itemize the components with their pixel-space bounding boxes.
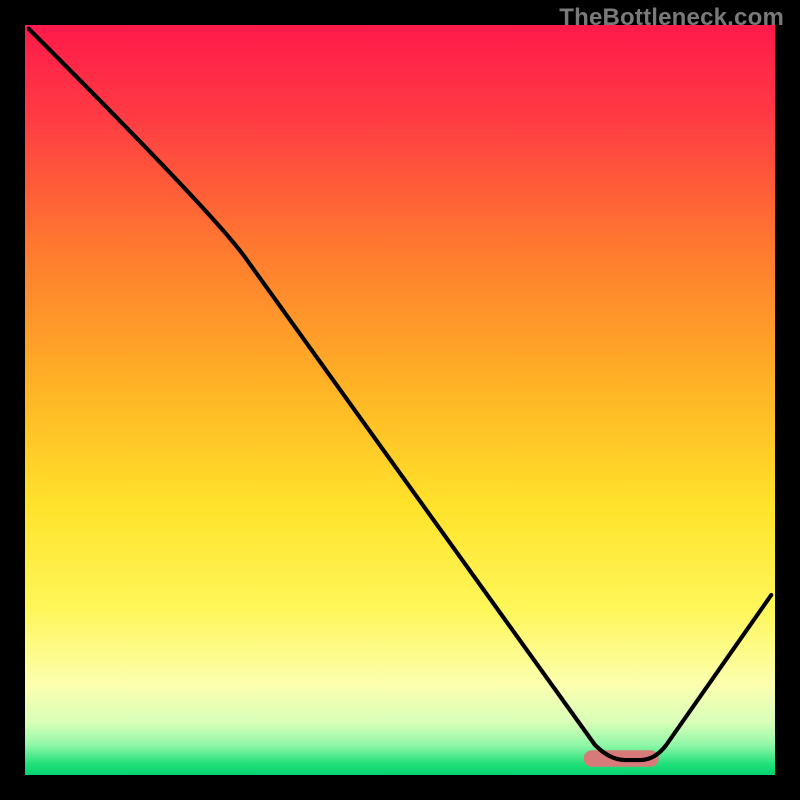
curve-line: [25, 25, 775, 775]
watermark-text: TheBottleneck.com: [559, 4, 784, 32]
curve-path: [29, 29, 772, 760]
chart-container: TheBottleneck.com: [0, 0, 800, 800]
plot-area: [25, 25, 775, 775]
